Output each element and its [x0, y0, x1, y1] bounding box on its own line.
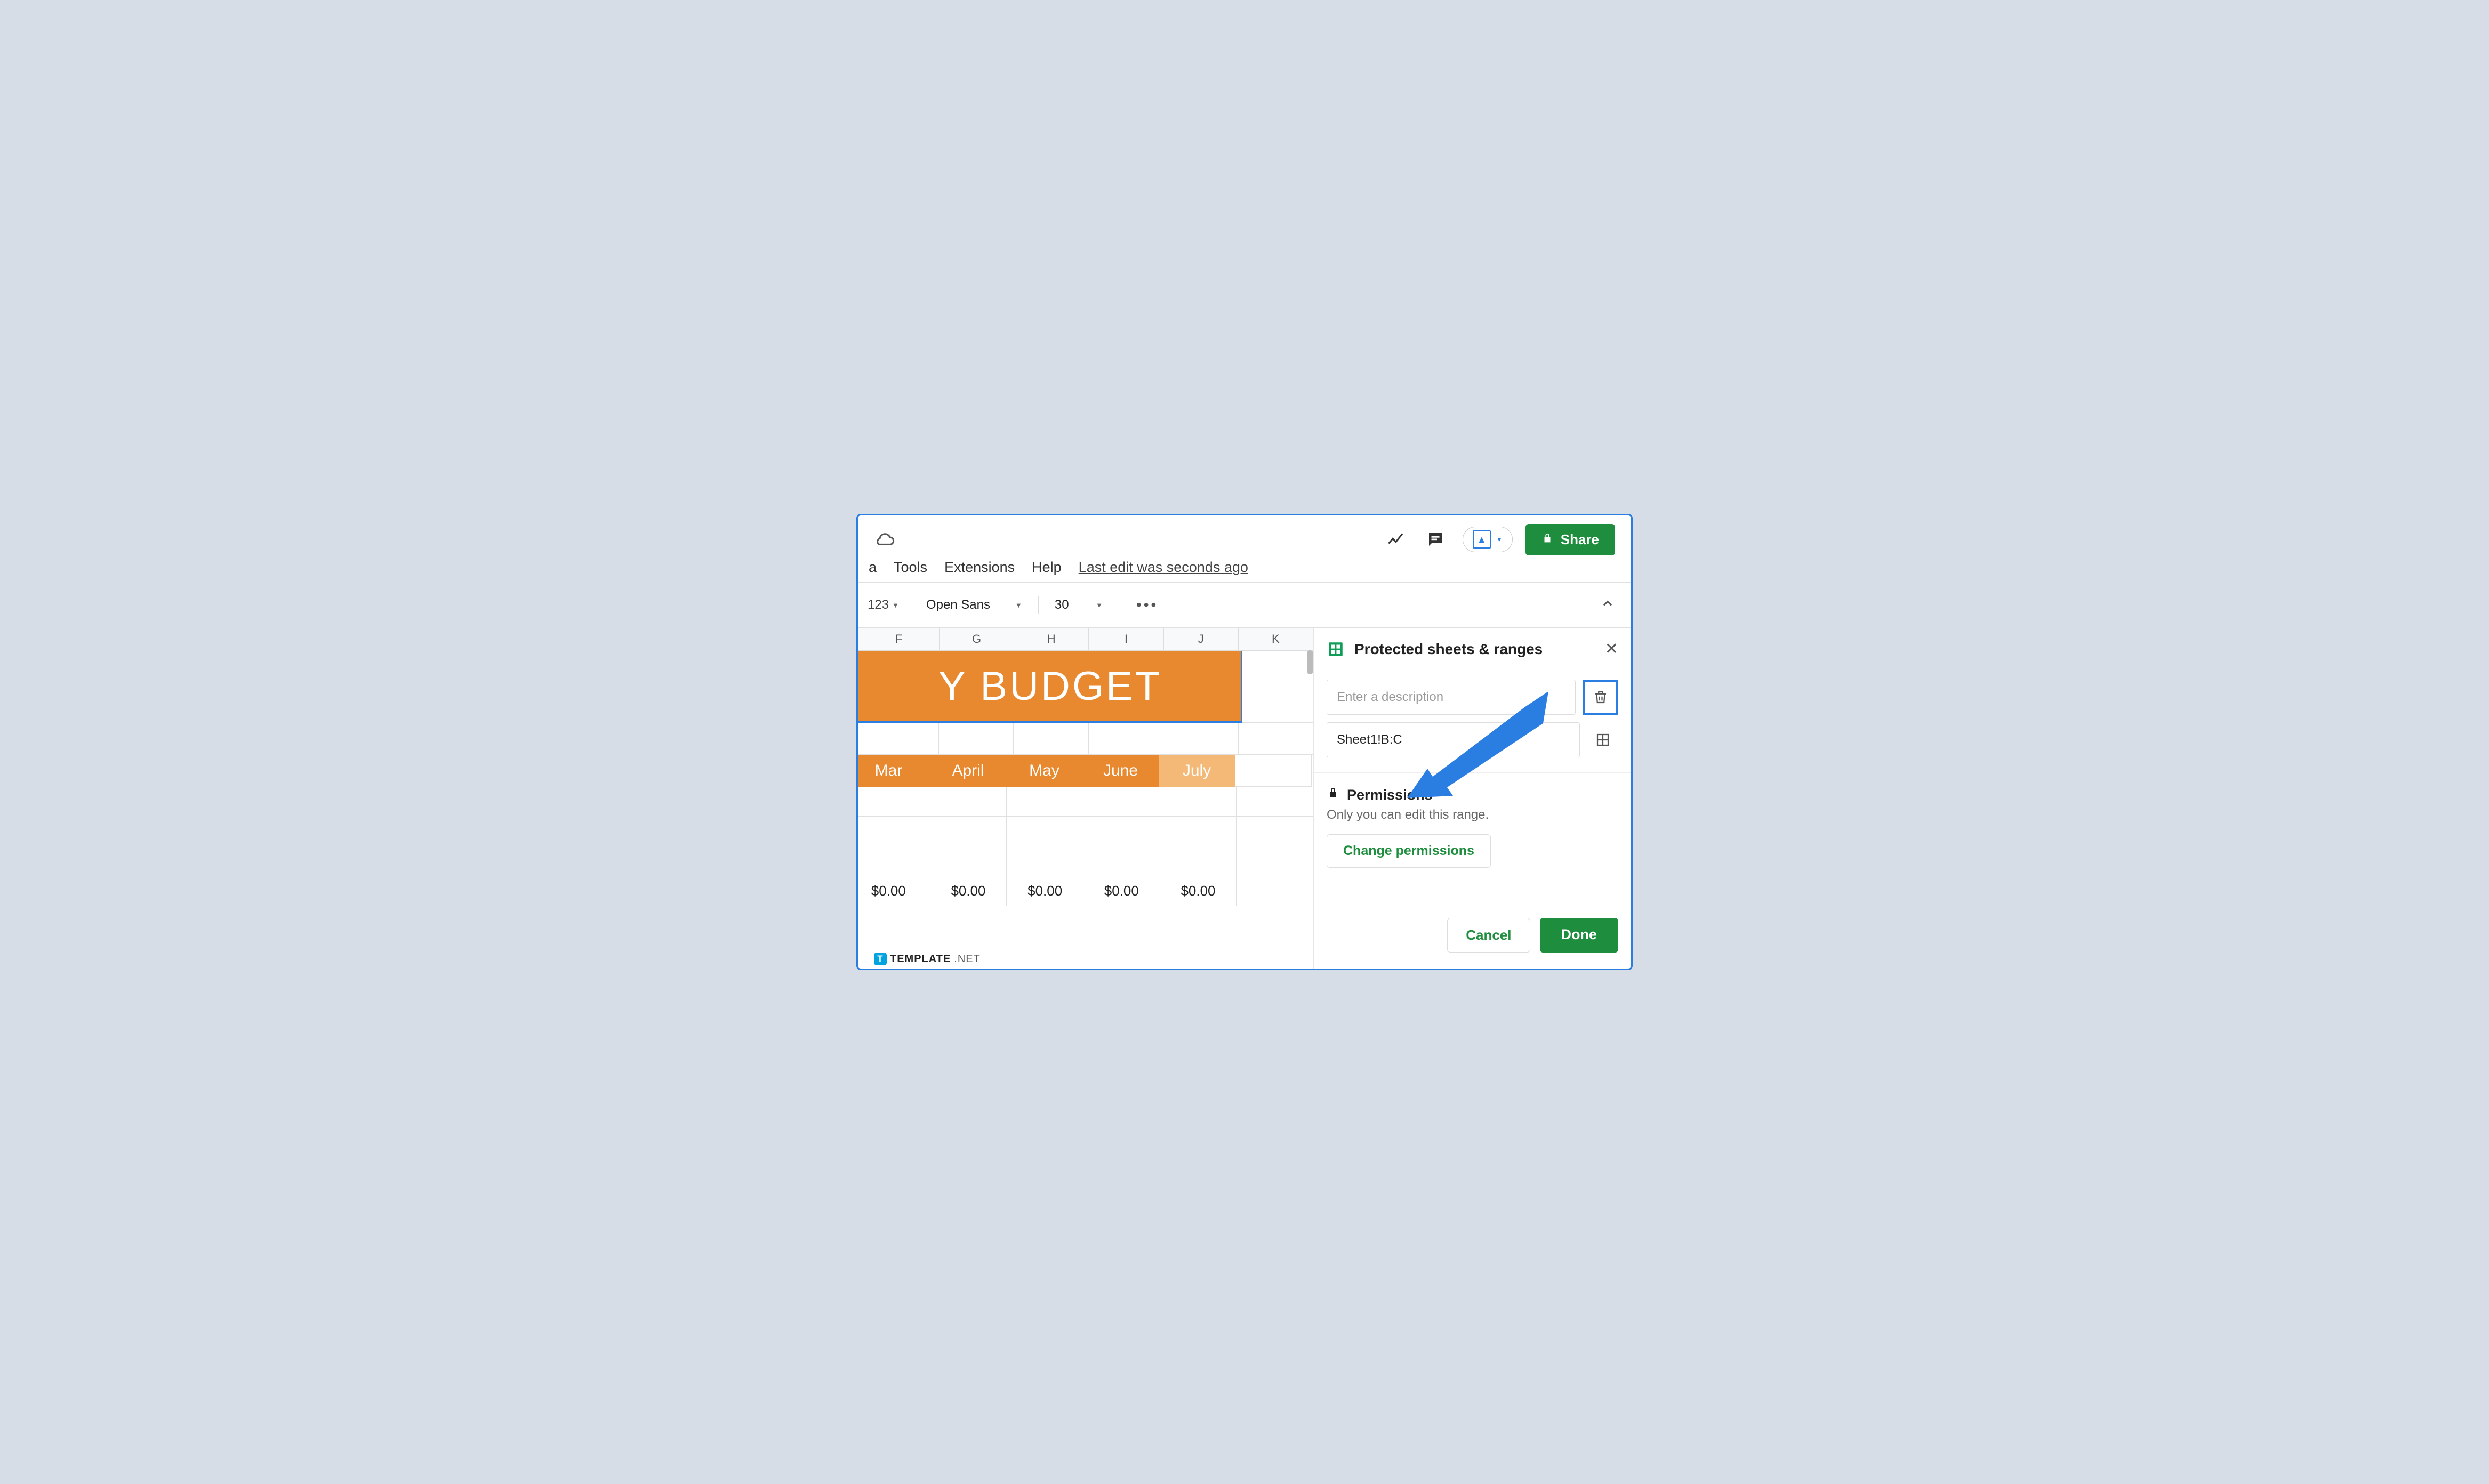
permissions-subtext: Only you can edit this range. [1327, 808, 1618, 822]
month-header[interactable]: April [930, 755, 1006, 787]
share-label: Share [1561, 531, 1599, 548]
month-header[interactable]: June [1082, 755, 1159, 787]
col-header[interactable]: J [1164, 628, 1239, 650]
sheets-icon [1327, 640, 1345, 658]
present-upload-icon: ▲ [1473, 530, 1491, 549]
last-edit-link[interactable]: Last edit was seconds ago [1079, 559, 1248, 576]
month-header[interactable]: July [1159, 755, 1235, 787]
change-permissions-button[interactable]: Change permissions [1327, 834, 1491, 868]
cell-empty[interactable] [939, 723, 1014, 755]
cell-empty[interactable] [1160, 817, 1237, 846]
cell-value[interactable]: $0.00 [1007, 876, 1083, 906]
cell-empty[interactable] [858, 846, 930, 876]
cell-value[interactable]: $0.00 [930, 876, 1007, 906]
toolbar-format-123[interactable]: 123▼ [868, 598, 899, 612]
close-icon[interactable]: ✕ [1605, 640, 1618, 658]
cloud-save-icon [874, 532, 895, 547]
menu-help[interactable]: Help [1032, 559, 1062, 576]
col-header[interactable]: G [940, 628, 1014, 650]
month-header[interactable]: Mar [858, 755, 930, 787]
permissions-heading: Permissions [1347, 787, 1433, 803]
share-button[interactable]: Share [1525, 524, 1615, 555]
cell-empty[interactable] [1007, 787, 1083, 817]
delete-range-button[interactable] [1583, 680, 1618, 715]
comments-icon[interactable] [1425, 529, 1446, 550]
cell-empty[interactable] [1007, 846, 1083, 876]
toolbar-font-selector[interactable]: Open Sans▼ [921, 598, 1027, 612]
budget-banner-cell[interactable]: Y BUDGET [858, 651, 1242, 723]
cell-empty[interactable] [1235, 755, 1312, 787]
cell-empty[interactable] [858, 723, 939, 755]
range-input[interactable]: Sheet1!B:C [1327, 722, 1580, 757]
explore-trend-icon[interactable] [1386, 529, 1406, 550]
watermark: T TEMPLATE.NET [874, 953, 981, 965]
month-header[interactable]: May [1006, 755, 1082, 787]
cell-empty[interactable] [930, 787, 1007, 817]
toolbar-font-size[interactable]: 30▼ [1049, 598, 1108, 612]
present-button[interactable]: ▲ ▼ [1463, 527, 1513, 552]
cell-empty[interactable] [858, 817, 930, 846]
cell-empty[interactable] [1160, 787, 1237, 817]
cell-empty[interactable] [1083, 817, 1160, 846]
lock-icon [1327, 787, 1339, 803]
cell-empty[interactable] [1242, 651, 1313, 723]
cell-empty[interactable] [1083, 787, 1160, 817]
cell-empty[interactable] [1014, 723, 1088, 755]
select-range-icon[interactable] [1587, 724, 1618, 755]
description-input[interactable]: Enter a description [1327, 680, 1576, 715]
col-header[interactable]: H [1014, 628, 1089, 650]
panel-title: Protected sheets & ranges [1354, 641, 1595, 658]
cell-empty[interactable] [1007, 817, 1083, 846]
cell-empty[interactable] [1237, 876, 1313, 906]
cell-empty[interactable] [1239, 723, 1313, 755]
cell-value[interactable]: $0.00 [858, 876, 930, 906]
col-header[interactable]: I [1089, 628, 1163, 650]
menu-tools[interactable]: Tools [894, 559, 927, 576]
cell-empty[interactable] [858, 787, 930, 817]
cell-empty[interactable] [1237, 817, 1313, 846]
col-header[interactable]: K [1239, 628, 1313, 650]
toolbar-collapse-icon[interactable] [1600, 596, 1615, 615]
cell-empty[interactable] [930, 817, 1007, 846]
cell-empty[interactable] [1237, 846, 1313, 876]
cell-empty[interactable] [1160, 846, 1237, 876]
menu-extensions[interactable]: Extensions [944, 559, 1015, 576]
menu-fragment-a[interactable]: a [869, 559, 877, 576]
cell-value[interactable]: $0.00 [1083, 876, 1160, 906]
done-button[interactable]: Done [1540, 918, 1619, 953]
col-header[interactable]: F [858, 628, 940, 650]
cell-empty[interactable] [930, 846, 1007, 876]
cell-empty[interactable] [1237, 787, 1313, 817]
cell-empty[interactable] [1089, 723, 1163, 755]
lock-icon [1541, 531, 1553, 548]
cancel-button[interactable]: Cancel [1447, 918, 1530, 953]
cell-empty[interactable] [1163, 723, 1238, 755]
toolbar-more-icon[interactable]: ••• [1136, 596, 1158, 614]
scrollbar-vertical[interactable] [1307, 650, 1313, 674]
cell-value[interactable]: $0.00 [1160, 876, 1237, 906]
cell-empty[interactable] [1083, 846, 1160, 876]
present-dropdown-icon: ▼ [1496, 536, 1503, 543]
